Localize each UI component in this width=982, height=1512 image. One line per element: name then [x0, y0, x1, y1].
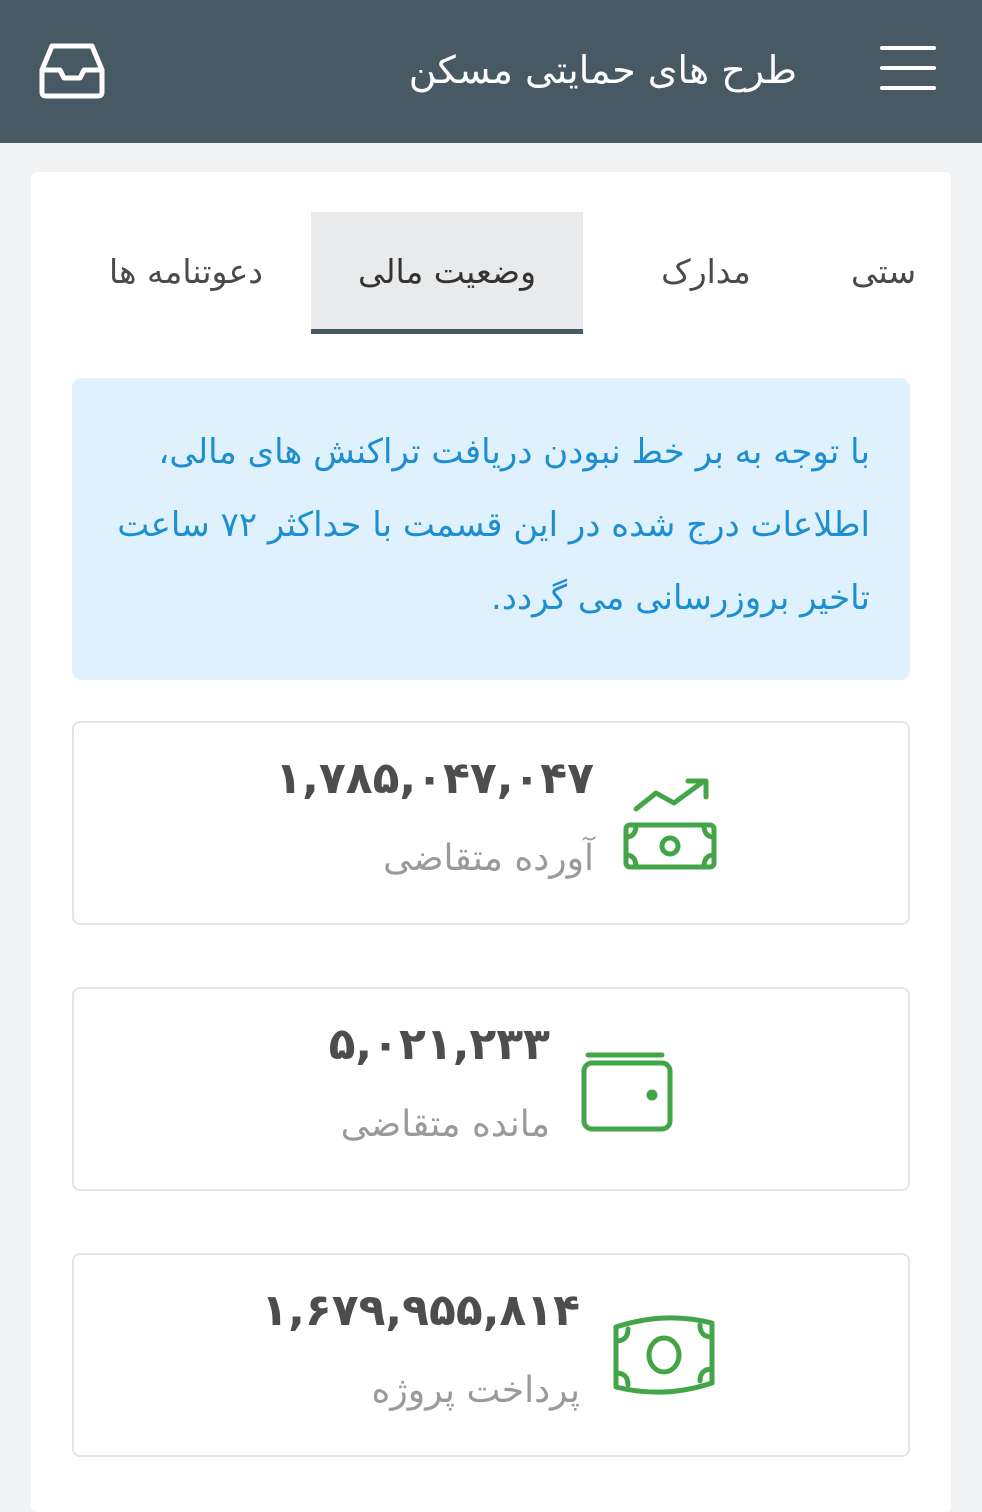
- money-growth-icon: [622, 775, 718, 875]
- tab-invitations[interactable]: دعوتنامه ها: [81, 212, 291, 334]
- inbox-tray-icon[interactable]: [38, 42, 106, 100]
- tab-documents[interactable]: مدارک: [621, 212, 791, 334]
- stat-value: ۱,۷۸۵,۰۴۷,۰۴۷: [275, 753, 594, 804]
- content-card: ستی مدارک وضعیت مالی دعوتنامه ها با توجه…: [31, 172, 951, 1512]
- app-header: طرح های حمایتی مسکن: [0, 0, 982, 143]
- stat-card-applicant-contribution: ۱,۷۸۵,۰۴۷,۰۴۷ آورده متقاضی: [72, 721, 910, 925]
- stat-label: آورده متقاضی: [382, 838, 594, 879]
- hamburger-menu-icon[interactable]: [880, 44, 938, 92]
- stat-card-applicant-balance: ۵,۰۲۱,۲۳۳ مانده متقاضی: [72, 987, 910, 1191]
- page-title: طرح های حمایتی مسکن: [408, 48, 797, 92]
- notice-alert: با توجه به بر خط نبودن دریافت تراکنش های…: [72, 378, 910, 680]
- tab-financial-status[interactable]: وضعیت مالی: [311, 212, 583, 334]
- tab-bar: ستی مدارک وضعیت مالی دعوتنامه ها: [31, 212, 951, 338]
- stat-value: ۱,۶۷۹,۹۵۵,۸۱۴: [261, 1285, 580, 1336]
- wallet-icon: [578, 1045, 674, 1139]
- stat-label: مانده متقاضی: [340, 1104, 550, 1145]
- banknote-icon: [610, 1313, 718, 1401]
- stat-label: پرداخت پروژه: [371, 1370, 580, 1411]
- stat-card-project-payment: ۱,۶۷۹,۹۵۵,۸۱۴ پرداخت پروژه: [72, 1253, 910, 1457]
- tab-truncated[interactable]: ستی: [831, 212, 951, 334]
- stat-value: ۵,۰۲۱,۲۳۳: [328, 1019, 550, 1070]
